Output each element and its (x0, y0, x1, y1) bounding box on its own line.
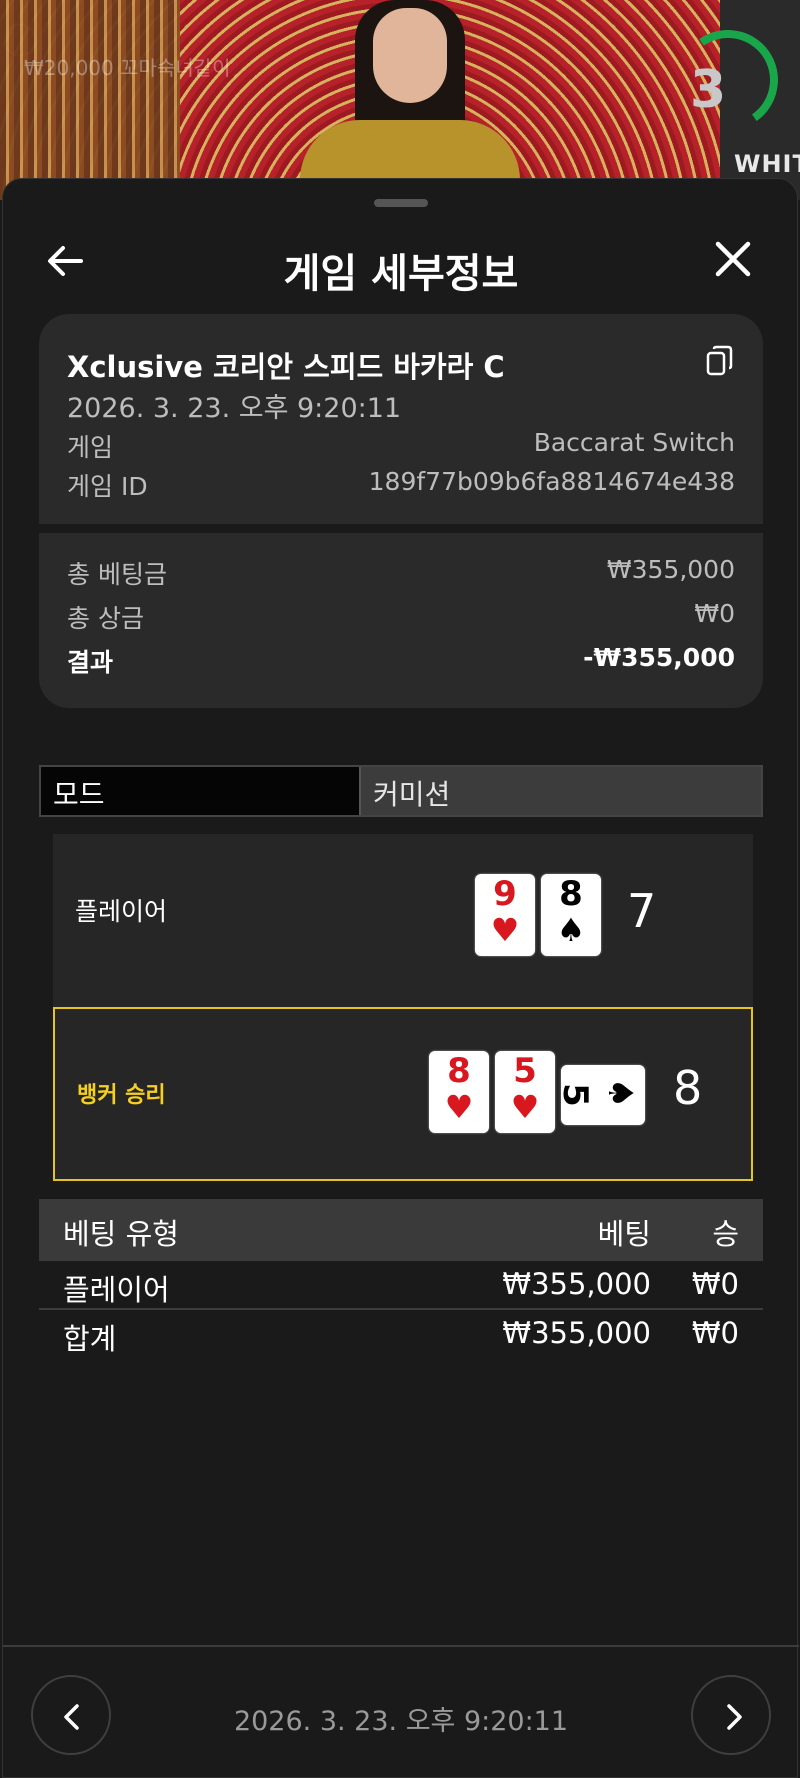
copy-button[interactable] (705, 344, 735, 378)
tab-commission[interactable]: 커미션 (359, 767, 761, 815)
dealer-face (373, 8, 447, 103)
playing-card: 8 ♥ (429, 1051, 489, 1133)
heart-suit-icon: ♥ (490, 911, 520, 949)
sheet-drag-handle[interactable] (374, 199, 428, 207)
tab-mode[interactable]: 모드 (41, 767, 359, 815)
banker-hand: 뱅커 승리 8 ♥ 5 ♥ 5 ♠ 8 (53, 1007, 753, 1181)
bets-table: 베팅 유형 베팅 승 플레이어 ₩355,000 ₩0 합계 ₩355,000 … (39, 1199, 763, 1359)
game-id-label: 게임 ID (67, 472, 148, 501)
card-rank: 9 (493, 874, 517, 914)
total-win-amount: ₩0 (691, 1316, 739, 1350)
header-bet: 베팅 (597, 1217, 651, 1251)
history-navigation: 2026. 3. 23. 오후 9:20:11 (3, 1645, 799, 1778)
close-icon (715, 241, 751, 277)
next-game-button[interactable] (691, 1675, 771, 1755)
game-id-row: 게임 ID 189f77b09b6fa8814674e438 (67, 467, 735, 503)
result-value: -₩355,000 (583, 643, 735, 672)
total-bet-amount: ₩355,000 (502, 1316, 651, 1350)
card-rank: 5 (513, 1051, 537, 1091)
game-summary-card: Xclusive 코리안 스피드 바카라 C 2026. 3. 23. 오후 9… (39, 314, 763, 524)
info-tabs: 모드 커미션 (39, 765, 763, 817)
brand-logo: WHIT (734, 150, 800, 178)
table-row: 플레이어 ₩355,000 ₩0 (39, 1261, 763, 1310)
game-value: Baccarat Switch (533, 428, 735, 457)
game-datetime: 2026. 3. 23. 오후 9:20:11 (67, 393, 402, 424)
card-rank: 5 (554, 1083, 595, 1107)
banker-result-label: 뱅커 승리 (77, 1083, 166, 1108)
footer-datetime: 2026. 3. 23. 오후 9:20:11 (233, 1706, 569, 1737)
total-win-value: ₩0 (694, 599, 735, 628)
card-rank: 8 (559, 874, 583, 914)
table-name: Xclusive 코리안 스피드 바카라 C (67, 350, 505, 384)
card-rank: 8 (447, 1051, 471, 1091)
game-id-value: 189f77b09b6fa8814674e438 (368, 467, 735, 496)
totals-card: 총 베팅금 ₩355,000 총 상금 ₩0 결과 -₩355,000 (39, 533, 763, 708)
result-row: 결과 -₩355,000 (67, 643, 735, 679)
player-score: 7 (627, 884, 657, 938)
round-timer: 3 (690, 60, 727, 120)
total-label: 합계 (63, 1322, 117, 1356)
header-win: 승 (712, 1217, 739, 1251)
game-details-sheet: 게임 세부정보 Xclusive 코리안 스피드 바카라 C 2026. 3. … (2, 178, 799, 1778)
total-bet-label: 총 베팅금 (67, 560, 167, 589)
win-amount: ₩0 (691, 1267, 739, 1301)
page-title: 게임 세부정보 (283, 251, 519, 297)
bet-amount: ₩355,000 (502, 1267, 651, 1301)
sheet-header: 게임 세부정보 (3, 219, 799, 299)
playing-card: 8 ♠ (541, 874, 601, 956)
header-bet-type: 베팅 유형 (63, 1217, 179, 1251)
total-bet-row: 총 베팅금 ₩355,000 (67, 555, 735, 591)
playing-card: 9 ♥ (475, 874, 535, 956)
heart-suit-icon: ♥ (444, 1088, 474, 1126)
total-bet-value: ₩355,000 (606, 555, 735, 584)
copy-icon (706, 345, 733, 376)
playing-card: 5 ♥ (495, 1051, 555, 1133)
chevron-right-icon (727, 1704, 742, 1730)
banker-score: 8 (673, 1061, 703, 1115)
spade-suit-icon: ♠ (600, 1077, 641, 1109)
player-hand: 플레이어 9 ♥ 8 ♠ 7 (53, 834, 753, 1008)
live-video-background: ₩20,000 꼬마숙녀같이 3 WHIT (0, 0, 800, 200)
table-total-row: 합계 ₩355,000 ₩0 (39, 1310, 763, 1359)
spade-suit-icon: ♠ (556, 911, 586, 949)
curtain (0, 0, 180, 200)
close-button[interactable] (711, 237, 755, 281)
playing-card-sideways: 5 ♠ (555, 1065, 645, 1125)
video-watermark: ₩20,000 꼬마숙녀같이 (24, 56, 231, 80)
table-header: 베팅 유형 베팅 승 (39, 1199, 763, 1261)
heart-suit-icon: ♥ (510, 1088, 540, 1126)
result-label: 결과 (67, 648, 114, 677)
player-label: 플레이어 (75, 897, 168, 926)
bet-type: 플레이어 (63, 1273, 170, 1307)
game-label: 게임 (67, 433, 114, 462)
total-win-row: 총 상금 ₩0 (67, 599, 735, 635)
game-row: 게임 Baccarat Switch (67, 428, 735, 464)
total-win-label: 총 상금 (67, 604, 144, 633)
